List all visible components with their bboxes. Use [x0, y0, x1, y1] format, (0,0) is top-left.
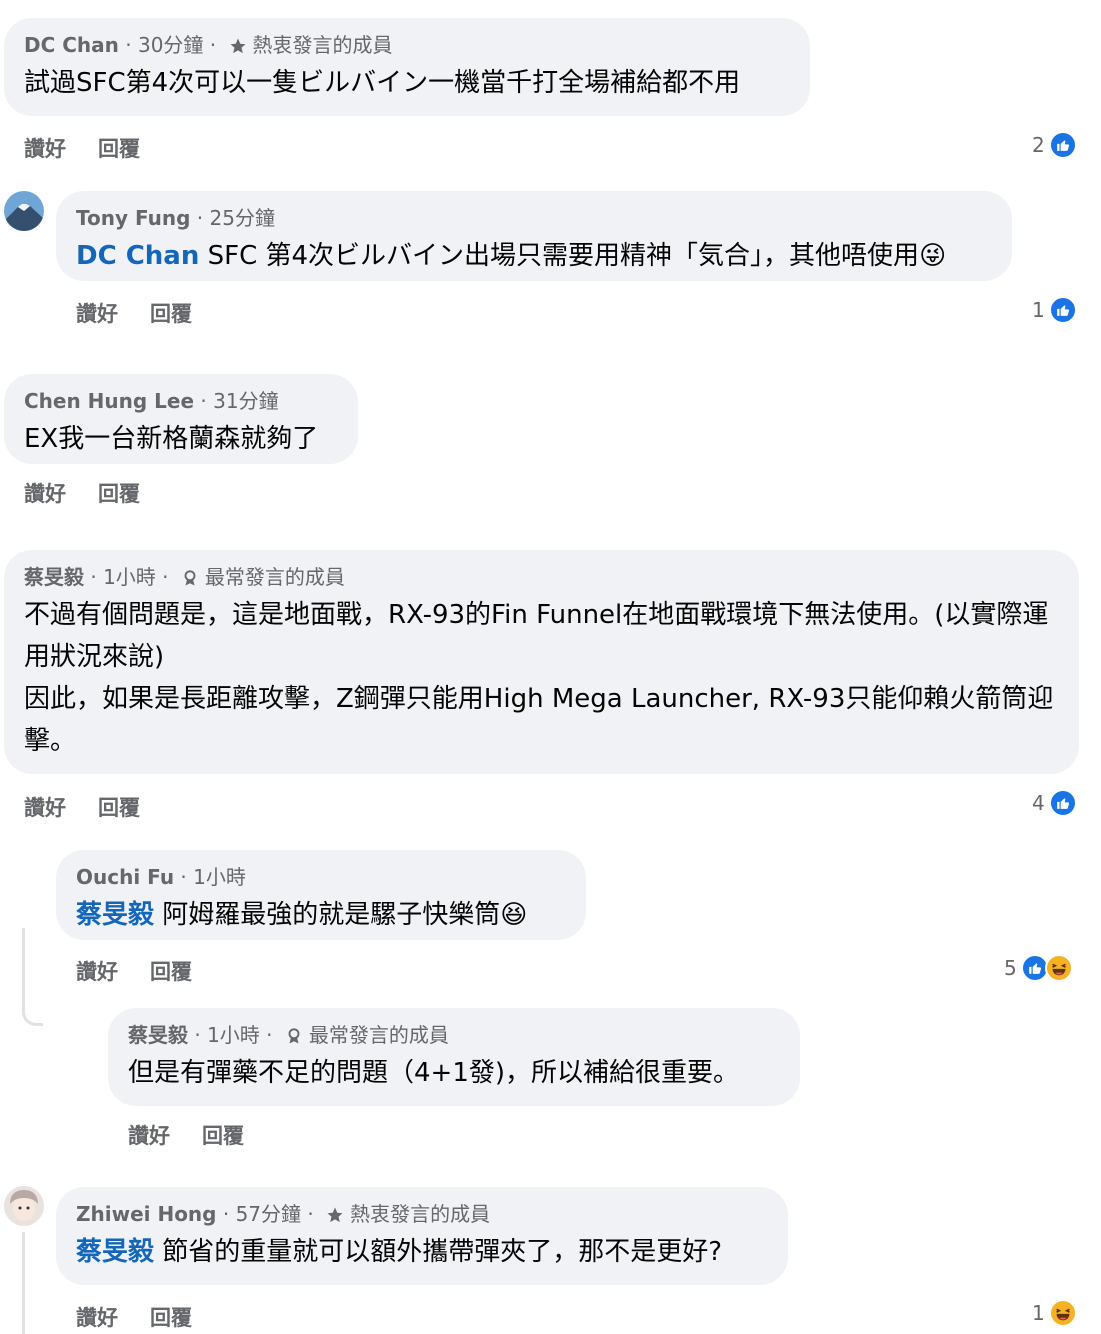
comment-bubble: DC Chan · 30分鐘 · 熱衷發言的成員 試過SFC第4次可以一隻ビルバ… — [4, 18, 810, 116]
comment-time[interactable]: 1小時 — [207, 1023, 260, 1047]
mention-link[interactable]: 蔡旻毅 — [76, 1237, 154, 1267]
commenter-name[interactable]: Tony Fung — [76, 206, 190, 230]
commenter-name[interactable]: Chen Hung Lee — [24, 389, 194, 413]
commenter-name[interactable]: DC Chan — [24, 33, 119, 57]
member-badge: 熱衷發言的成員 — [252, 33, 393, 57]
comment-time[interactable]: 1小時 — [193, 865, 246, 889]
comment-bubble: 蔡旻毅 · 1小時 · 最常發言的成員 但是有彈藥不足的問題（4+1發)，所以補… — [108, 1008, 800, 1106]
like-button[interactable]: 讚好 — [128, 1124, 170, 1148]
comment-actions: 讚好 回覆 — [76, 956, 224, 986]
like-count: 4 — [1032, 791, 1045, 815]
comment-time[interactable]: 1小時 — [103, 565, 156, 589]
comment-text: 節省的重量就可以額外攜帶彈夾了，那不是更好? — [154, 1237, 723, 1267]
reply-button[interactable]: 回覆 — [202, 1124, 244, 1148]
thread-line — [22, 1232, 25, 1334]
thumbs-up-icon — [1048, 296, 1077, 324]
reaction-count[interactable]: 5 — [1004, 954, 1073, 982]
like-button[interactable]: 讚好 — [24, 137, 66, 161]
comment-actions: 讚好 回覆 — [76, 1302, 224, 1332]
comment-bubble: Tony Fung · 25分鐘 DC Chan SFC 第4次ビルバイン出場只… — [56, 191, 1012, 281]
like-button[interactable]: 讚好 — [76, 960, 118, 984]
reaction-count[interactable]: 2 — [1032, 131, 1077, 159]
member-badge: 熱衷發言的成員 — [350, 1202, 491, 1226]
comment-bubble: Chen Hung Lee · 31分鐘 EX我一台新格蘭森就夠了 — [4, 374, 358, 464]
comment-time[interactable]: 31分鐘 — [213, 389, 278, 413]
comment-time[interactable]: 25分鐘 — [210, 206, 275, 230]
reaction-count[interactable]: 1 — [1032, 1299, 1077, 1327]
mention-link[interactable]: 蔡旻毅 — [76, 900, 154, 930]
reply-button[interactable]: 回覆 — [98, 796, 140, 820]
comment-text: EX我一台新格蘭森就夠了 — [24, 424, 319, 454]
comment-text: 阿姆羅最強的就是騾子快樂筒 — [154, 900, 501, 930]
haha-icon — [1048, 1299, 1077, 1327]
reply-button[interactable]: 回覆 — [150, 302, 192, 326]
comment-actions: 讚好 回覆 — [24, 133, 172, 163]
commenter-name[interactable]: 蔡旻毅 — [128, 1023, 188, 1047]
like-button[interactable]: 讚好 — [76, 1306, 118, 1330]
comment-time[interactable]: 30分鐘 — [138, 33, 203, 57]
tongue-emoji: 😜 — [919, 241, 947, 271]
reply-button[interactable]: 回覆 — [150, 1306, 192, 1330]
medal-icon — [184, 570, 196, 586]
comment-time[interactable]: 57分鐘 — [236, 1202, 301, 1226]
comment-bubble: Zhiwei Hong · 57分鐘 · 熱衷發言的成員 蔡旻毅 節省的重量就可… — [56, 1187, 788, 1285]
comment-actions: 讚好 回覆 — [128, 1120, 276, 1150]
like-count: 1 — [1032, 298, 1045, 322]
member-badge: 最常發言的成員 — [308, 1023, 449, 1047]
thread-line — [22, 928, 43, 1026]
thumbs-up-icon — [1048, 131, 1077, 159]
thumbs-up-icon — [1048, 789, 1077, 817]
avatar[interactable] — [4, 1186, 44, 1226]
comment-bubble: 蔡旻毅 · 1小時 · 最常發言的成員 不過有個問題是，這是地面戰，RX-93的… — [4, 550, 1079, 774]
member-badge: 最常發言的成員 — [204, 565, 345, 589]
comment-actions: 讚好 回覆 — [24, 792, 172, 822]
commenter-name[interactable]: 蔡旻毅 — [24, 565, 84, 589]
reaction-count[interactable]: 1 — [1032, 296, 1077, 324]
like-count: 5 — [1004, 956, 1017, 980]
haha-icon — [1044, 954, 1073, 982]
comment-actions: 讚好 回覆 — [76, 298, 224, 328]
commenter-name[interactable]: Zhiwei Hong — [76, 1202, 217, 1226]
comment-actions: 讚好 回覆 — [24, 478, 172, 508]
commenter-name[interactable]: Ouchi Fu — [76, 865, 174, 889]
comment-text: 但是有彈藥不足的問題（4+1發)，所以補給很重要。 — [128, 1058, 740, 1088]
avatar[interactable] — [4, 191, 44, 231]
like-count: 2 — [1032, 133, 1045, 157]
reaction-count[interactable]: 4 — [1032, 789, 1077, 817]
comment-text: 試過SFC第4次可以一隻ビルバイン一機當千打全場補給都不用 — [24, 68, 741, 98]
mention-link[interactable]: DC Chan — [76, 241, 199, 271]
laughing-emoji: 😆 — [500, 900, 528, 930]
comment-text: SFC 第4次ビルバイン出場只需要用精神「気合」，其他唔使用 — [199, 241, 920, 271]
comment-text: 不過有個問題是，這是地面戰，RX-93的Fin Funnel在地面戰環境下無法使… — [24, 600, 1054, 756]
reply-button[interactable]: 回覆 — [150, 960, 192, 984]
like-button[interactable]: 讚好 — [24, 482, 66, 506]
reply-button[interactable]: 回覆 — [98, 482, 140, 506]
like-button[interactable]: 讚好 — [76, 302, 118, 326]
comment-bubble: Ouchi Fu · 1小時 蔡旻毅 阿姆羅最強的就是騾子快樂筒😆 — [56, 850, 586, 940]
star-icon — [230, 38, 246, 54]
medal-icon — [288, 1028, 300, 1044]
reply-button[interactable]: 回覆 — [98, 137, 140, 161]
like-button[interactable]: 讚好 — [24, 796, 66, 820]
star-icon — [327, 1207, 343, 1223]
like-count: 1 — [1032, 1301, 1045, 1325]
